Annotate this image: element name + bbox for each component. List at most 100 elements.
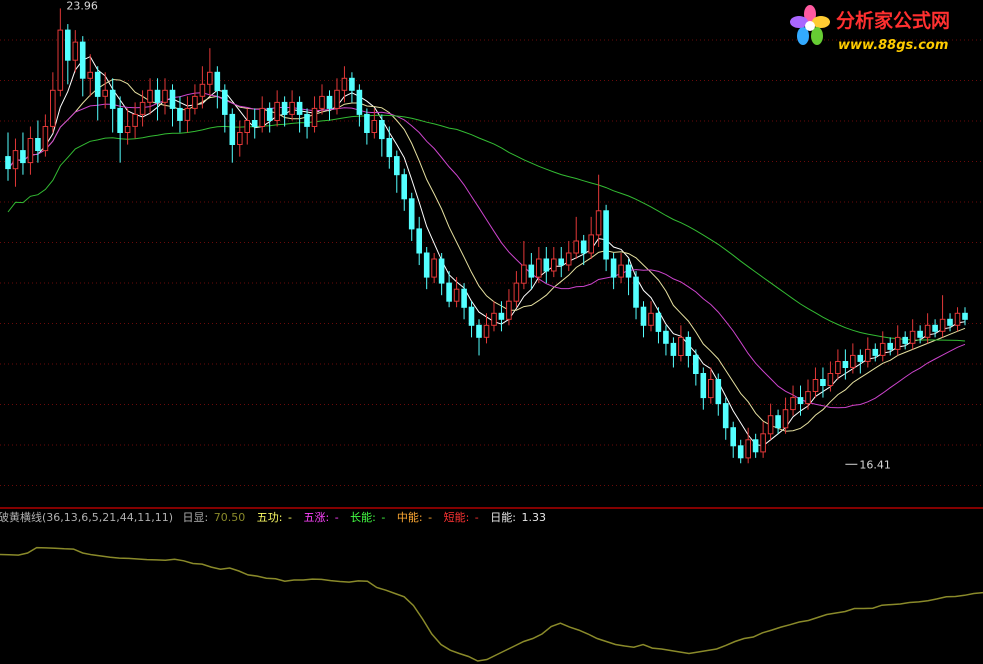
candle-body bbox=[27, 138, 34, 164]
candle-body bbox=[775, 415, 781, 429]
candle-body bbox=[865, 348, 871, 362]
candle-body bbox=[954, 312, 961, 326]
changneng-label: 长能: bbox=[350, 510, 376, 524]
high-price-label: 23.96 bbox=[66, 0, 98, 12]
candle-body bbox=[42, 126, 49, 152]
candle-body bbox=[521, 264, 527, 284]
candle-body bbox=[513, 282, 520, 302]
candle-body bbox=[281, 101, 288, 115]
candle-body bbox=[685, 336, 692, 356]
zhongneng-label: 中能: bbox=[397, 510, 423, 524]
candle-body bbox=[894, 336, 901, 350]
candle-body bbox=[663, 330, 669, 344]
candle-body bbox=[311, 107, 318, 128]
wugong-value: - bbox=[288, 511, 292, 524]
candle-body bbox=[678, 336, 684, 356]
rineng-value: 1.33 bbox=[522, 511, 547, 524]
candle-body bbox=[491, 312, 497, 326]
candle-body bbox=[558, 258, 565, 266]
wuzhang-value: - bbox=[335, 511, 339, 524]
candle-body bbox=[401, 174, 407, 200]
candle-body bbox=[887, 342, 894, 350]
candle-body bbox=[154, 89, 161, 103]
candle-body bbox=[790, 397, 796, 411]
candle-body bbox=[349, 77, 355, 91]
candle-body bbox=[423, 252, 430, 278]
candle-body bbox=[169, 89, 176, 109]
candle-body bbox=[715, 379, 722, 405]
candle-body bbox=[700, 373, 707, 399]
candle-body bbox=[909, 330, 916, 344]
candle-body bbox=[251, 120, 258, 127]
candle-body bbox=[453, 288, 460, 302]
candle-body bbox=[319, 95, 325, 109]
candle-body bbox=[827, 373, 834, 386]
candle-body bbox=[35, 138, 41, 151]
rineng-label: 日能: bbox=[490, 510, 516, 524]
candle-body bbox=[565, 252, 572, 266]
candle-body bbox=[962, 312, 968, 320]
candle-body bbox=[835, 361, 841, 374]
candle-body bbox=[902, 336, 909, 344]
candle-body bbox=[812, 379, 819, 392]
candle-body bbox=[207, 71, 213, 85]
candle-body bbox=[857, 354, 864, 362]
candle-body bbox=[222, 89, 228, 115]
candle-body bbox=[820, 379, 826, 386]
candle-body bbox=[767, 415, 774, 435]
candle-body bbox=[177, 107, 183, 121]
candle-body bbox=[924, 324, 931, 338]
candle-body bbox=[379, 120, 385, 140]
candle-body bbox=[132, 113, 138, 127]
candle-body bbox=[648, 312, 654, 326]
logo-url-text: www.88gs.com bbox=[838, 38, 948, 53]
candle-body bbox=[693, 354, 699, 374]
candle-body bbox=[199, 83, 206, 97]
candle-body bbox=[708, 379, 714, 399]
candle-body bbox=[760, 433, 766, 453]
candle-body bbox=[296, 101, 303, 115]
candle-body bbox=[65, 29, 71, 61]
candle-body bbox=[797, 397, 804, 405]
candle-body bbox=[57, 29, 64, 91]
candle-body bbox=[408, 198, 415, 230]
candle-body bbox=[722, 403, 729, 429]
candle-body bbox=[139, 101, 146, 115]
candle-body bbox=[498, 312, 505, 320]
candle-body bbox=[237, 132, 243, 145]
candle-body bbox=[917, 330, 923, 338]
candle-body bbox=[394, 156, 400, 176]
wuzhang-label: 五涨: bbox=[303, 511, 329, 524]
candle-body bbox=[468, 306, 475, 326]
candle-body bbox=[655, 312, 662, 332]
candle-body bbox=[603, 210, 609, 260]
low-price-label: 16.41 bbox=[859, 458, 891, 471]
candle-body bbox=[805, 391, 811, 405]
candle-body bbox=[640, 306, 647, 326]
candle-body bbox=[543, 258, 550, 272]
candle-body bbox=[334, 89, 340, 109]
candle-body bbox=[117, 107, 123, 134]
candle-body bbox=[842, 361, 849, 368]
candle-body bbox=[932, 324, 938, 332]
candle-body bbox=[446, 282, 452, 302]
candle-body bbox=[872, 348, 879, 356]
candle-body bbox=[573, 240, 580, 254]
candle-body bbox=[304, 113, 310, 127]
candle-body bbox=[737, 445, 744, 459]
indicator-name: 破黄横线(36,13,6,5,21,44,11,11) bbox=[0, 510, 173, 524]
candle-body bbox=[633, 276, 639, 308]
candle-body bbox=[618, 264, 624, 278]
candle-body bbox=[192, 95, 198, 109]
candle-body bbox=[109, 89, 116, 109]
candle-body bbox=[752, 439, 759, 453]
candle-body bbox=[12, 150, 19, 170]
candle-body bbox=[610, 258, 617, 278]
candle-body bbox=[625, 264, 632, 278]
candle-body bbox=[5, 156, 11, 170]
candle-body bbox=[184, 107, 191, 121]
candle-body bbox=[461, 288, 467, 308]
candle-body bbox=[87, 71, 94, 79]
candle-body bbox=[102, 89, 109, 97]
candle-body bbox=[124, 126, 131, 133]
